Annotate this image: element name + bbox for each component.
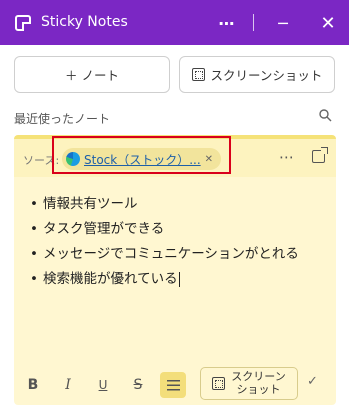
- bullet-item-last: 検索機能が優れている: [30, 267, 299, 292]
- search-icon[interactable]: [319, 109, 332, 122]
- text-caret: [178, 271, 180, 287]
- underline-button[interactable]: U: [90, 372, 116, 398]
- bullet-item: タスク管理ができる: [30, 217, 299, 242]
- strikethrough-button[interactable]: S: [125, 372, 151, 398]
- note-more-icon[interactable]: ⋯: [279, 148, 294, 166]
- title-bar: Sticky Notes ⋯ ─ ✕: [0, 0, 349, 45]
- sticky-notes-icon: [15, 15, 31, 31]
- title-separator: [253, 14, 254, 31]
- recent-notes-label: 最近使ったノート: [14, 112, 111, 126]
- edge-icon: [66, 152, 80, 166]
- screenshot-line2: ショット: [236, 382, 281, 396]
- screenshot-line1: スクリーン: [231, 369, 286, 383]
- new-note-label: ＋ ノート: [65, 68, 119, 83]
- source-link[interactable]: Stock（ストック）...: [84, 151, 201, 168]
- toolbar-screenshot-button[interactable]: スクリーン ショット: [200, 367, 298, 400]
- toolbar-screenshot-label: スクリーン ショット: [231, 369, 286, 396]
- screenshot-button[interactable]: スクリーンショット: [179, 56, 335, 93]
- italic-button[interactable]: I: [55, 372, 81, 398]
- bullet-list-button[interactable]: [160, 372, 186, 398]
- close-icon[interactable]: ✕: [313, 9, 343, 37]
- bullet-text: 検索機能が優れている: [42, 271, 178, 287]
- screenshot-icon: [191, 68, 205, 81]
- more-horizontal-icon[interactable]: ⋯: [212, 9, 242, 37]
- list-icon: [166, 379, 180, 391]
- check-icon[interactable]: ✓: [307, 374, 318, 389]
- minimize-icon[interactable]: ─: [268, 9, 298, 37]
- note-content[interactable]: 情報共有ツール タスク管理ができる メッセージでコミュニケーションがとれる 検索…: [30, 192, 299, 292]
- source-chip[interactable]: Stock（ストック）... ✕: [62, 148, 221, 170]
- bullet-item: 情報共有ツール: [30, 192, 299, 217]
- sticky-note[interactable]: ソース: Stock（ストック）... ✕ ⋯ 情報共有ツール タスク管理ができ…: [14, 135, 336, 405]
- screenshot-icon: [212, 377, 226, 390]
- close-icon[interactable]: ✕: [205, 154, 213, 165]
- open-note-icon[interactable]: [312, 147, 328, 163]
- bold-button[interactable]: B: [20, 372, 46, 398]
- screenshot-label: スクリーンショット: [210, 68, 323, 83]
- format-toolbar: B I U S スクリーン ショット ✓: [14, 366, 336, 406]
- new-note-button[interactable]: ＋ ノート: [14, 56, 170, 93]
- app-title: Sticky Notes: [41, 14, 128, 30]
- source-label: ソース:: [23, 154, 60, 167]
- bullet-item: メッセージでコミュニケーションがとれる: [30, 242, 299, 267]
- note-header: ソース: Stock（ストック）... ✕ ⋯: [14, 139, 336, 177]
